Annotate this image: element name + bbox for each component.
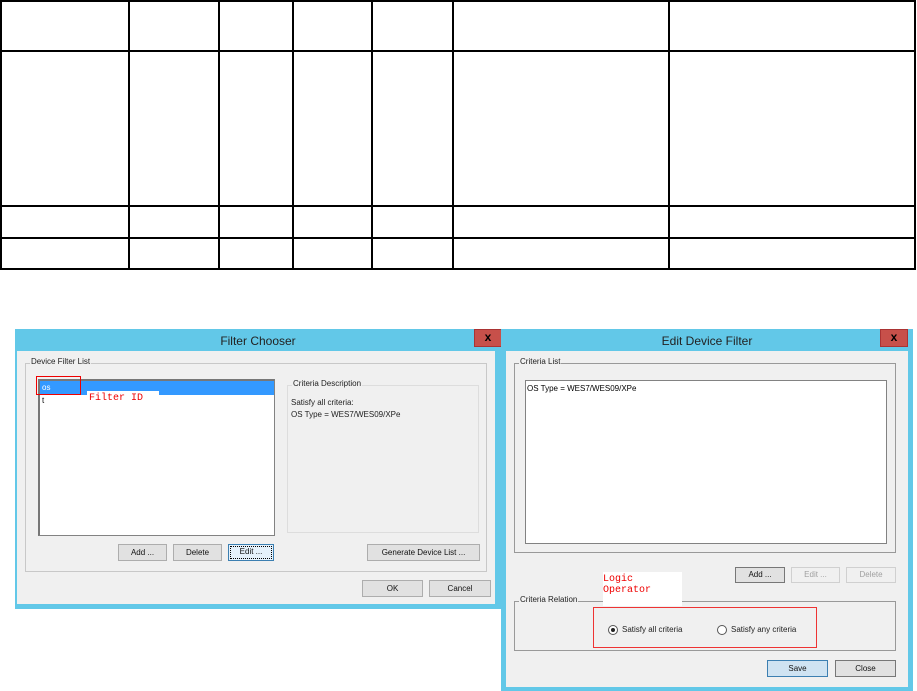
- table-border: [0, 0, 2, 270]
- radio-satisfy-any[interactable]: Satisfy any criteria: [717, 625, 796, 635]
- radio-unselected-icon[interactable]: [717, 625, 727, 635]
- group-label: Criteria List: [519, 357, 562, 366]
- cancel-button[interactable]: Cancel: [429, 580, 491, 597]
- criteria-list[interactable]: OS Type = WES7/WES09/XPe: [525, 380, 887, 544]
- edit-device-filter-dialog: Edit Device Filter x Criteria List OS Ty…: [501, 329, 913, 691]
- close-button[interactable]: Close: [835, 660, 896, 677]
- annotation-line: Logic: [603, 574, 634, 585]
- criteria-description-group: Criteria Description Satisfy all criteri…: [287, 379, 479, 533]
- radio-satisfy-all[interactable]: Satisfy all criteria: [608, 625, 682, 635]
- criteria-line: OS Type = WES7/WES09/XPe: [291, 410, 401, 419]
- annotation-filter-id: Filter ID: [87, 391, 159, 407]
- table-border: [0, 205, 916, 207]
- close-icon[interactable]: x: [474, 329, 502, 347]
- radio-label: Satisfy any criteria: [731, 625, 797, 635]
- annotation-line: Operator: [603, 585, 652, 596]
- dialog-title: Filter Chooser: [220, 334, 296, 348]
- delete-criteria-button[interactable]: Delete: [846, 567, 896, 583]
- table-border: [452, 0, 454, 270]
- table-border: [128, 0, 130, 270]
- criteria-item[interactable]: OS Type = WES7/WES09/XPe: [527, 384, 885, 393]
- table-border: [218, 0, 220, 270]
- annotation-box: [36, 376, 81, 395]
- add-criteria-button[interactable]: Add ...: [735, 567, 785, 583]
- table-border: [0, 50, 916, 52]
- annotation-logic-operator: Logic Operator: [603, 572, 682, 606]
- filter-chooser-dialog: Filter Chooser x Device Filter List os t…: [15, 329, 502, 609]
- group-label: Criteria Relation: [519, 595, 579, 604]
- add-button[interactable]: Add ...: [118, 544, 167, 561]
- ok-button[interactable]: OK: [362, 580, 423, 597]
- delete-button[interactable]: Delete: [173, 544, 222, 561]
- edit-button[interactable]: Edit ...: [228, 544, 274, 561]
- group-label: Criteria Description: [292, 379, 363, 388]
- generate-device-list-button[interactable]: Generate Device List ...: [367, 544, 480, 561]
- edit-criteria-button[interactable]: Edit ...: [791, 567, 840, 583]
- table-border: [0, 0, 916, 2]
- radio-label: Satisfy all criteria: [622, 625, 683, 635]
- group-label: Device Filter List: [30, 357, 92, 366]
- table-border: [0, 268, 916, 270]
- save-button[interactable]: Save: [767, 660, 828, 677]
- criteria-line: Satisfy all criteria:: [291, 398, 354, 407]
- radio-selected-icon[interactable]: [608, 625, 618, 635]
- table-border: [371, 0, 373, 270]
- table-border: [0, 237, 916, 239]
- dialog-title: Edit Device Filter: [661, 334, 753, 348]
- table-border: [668, 0, 670, 270]
- table-border: [292, 0, 294, 270]
- close-icon[interactable]: x: [880, 329, 908, 347]
- table-border: [914, 0, 916, 270]
